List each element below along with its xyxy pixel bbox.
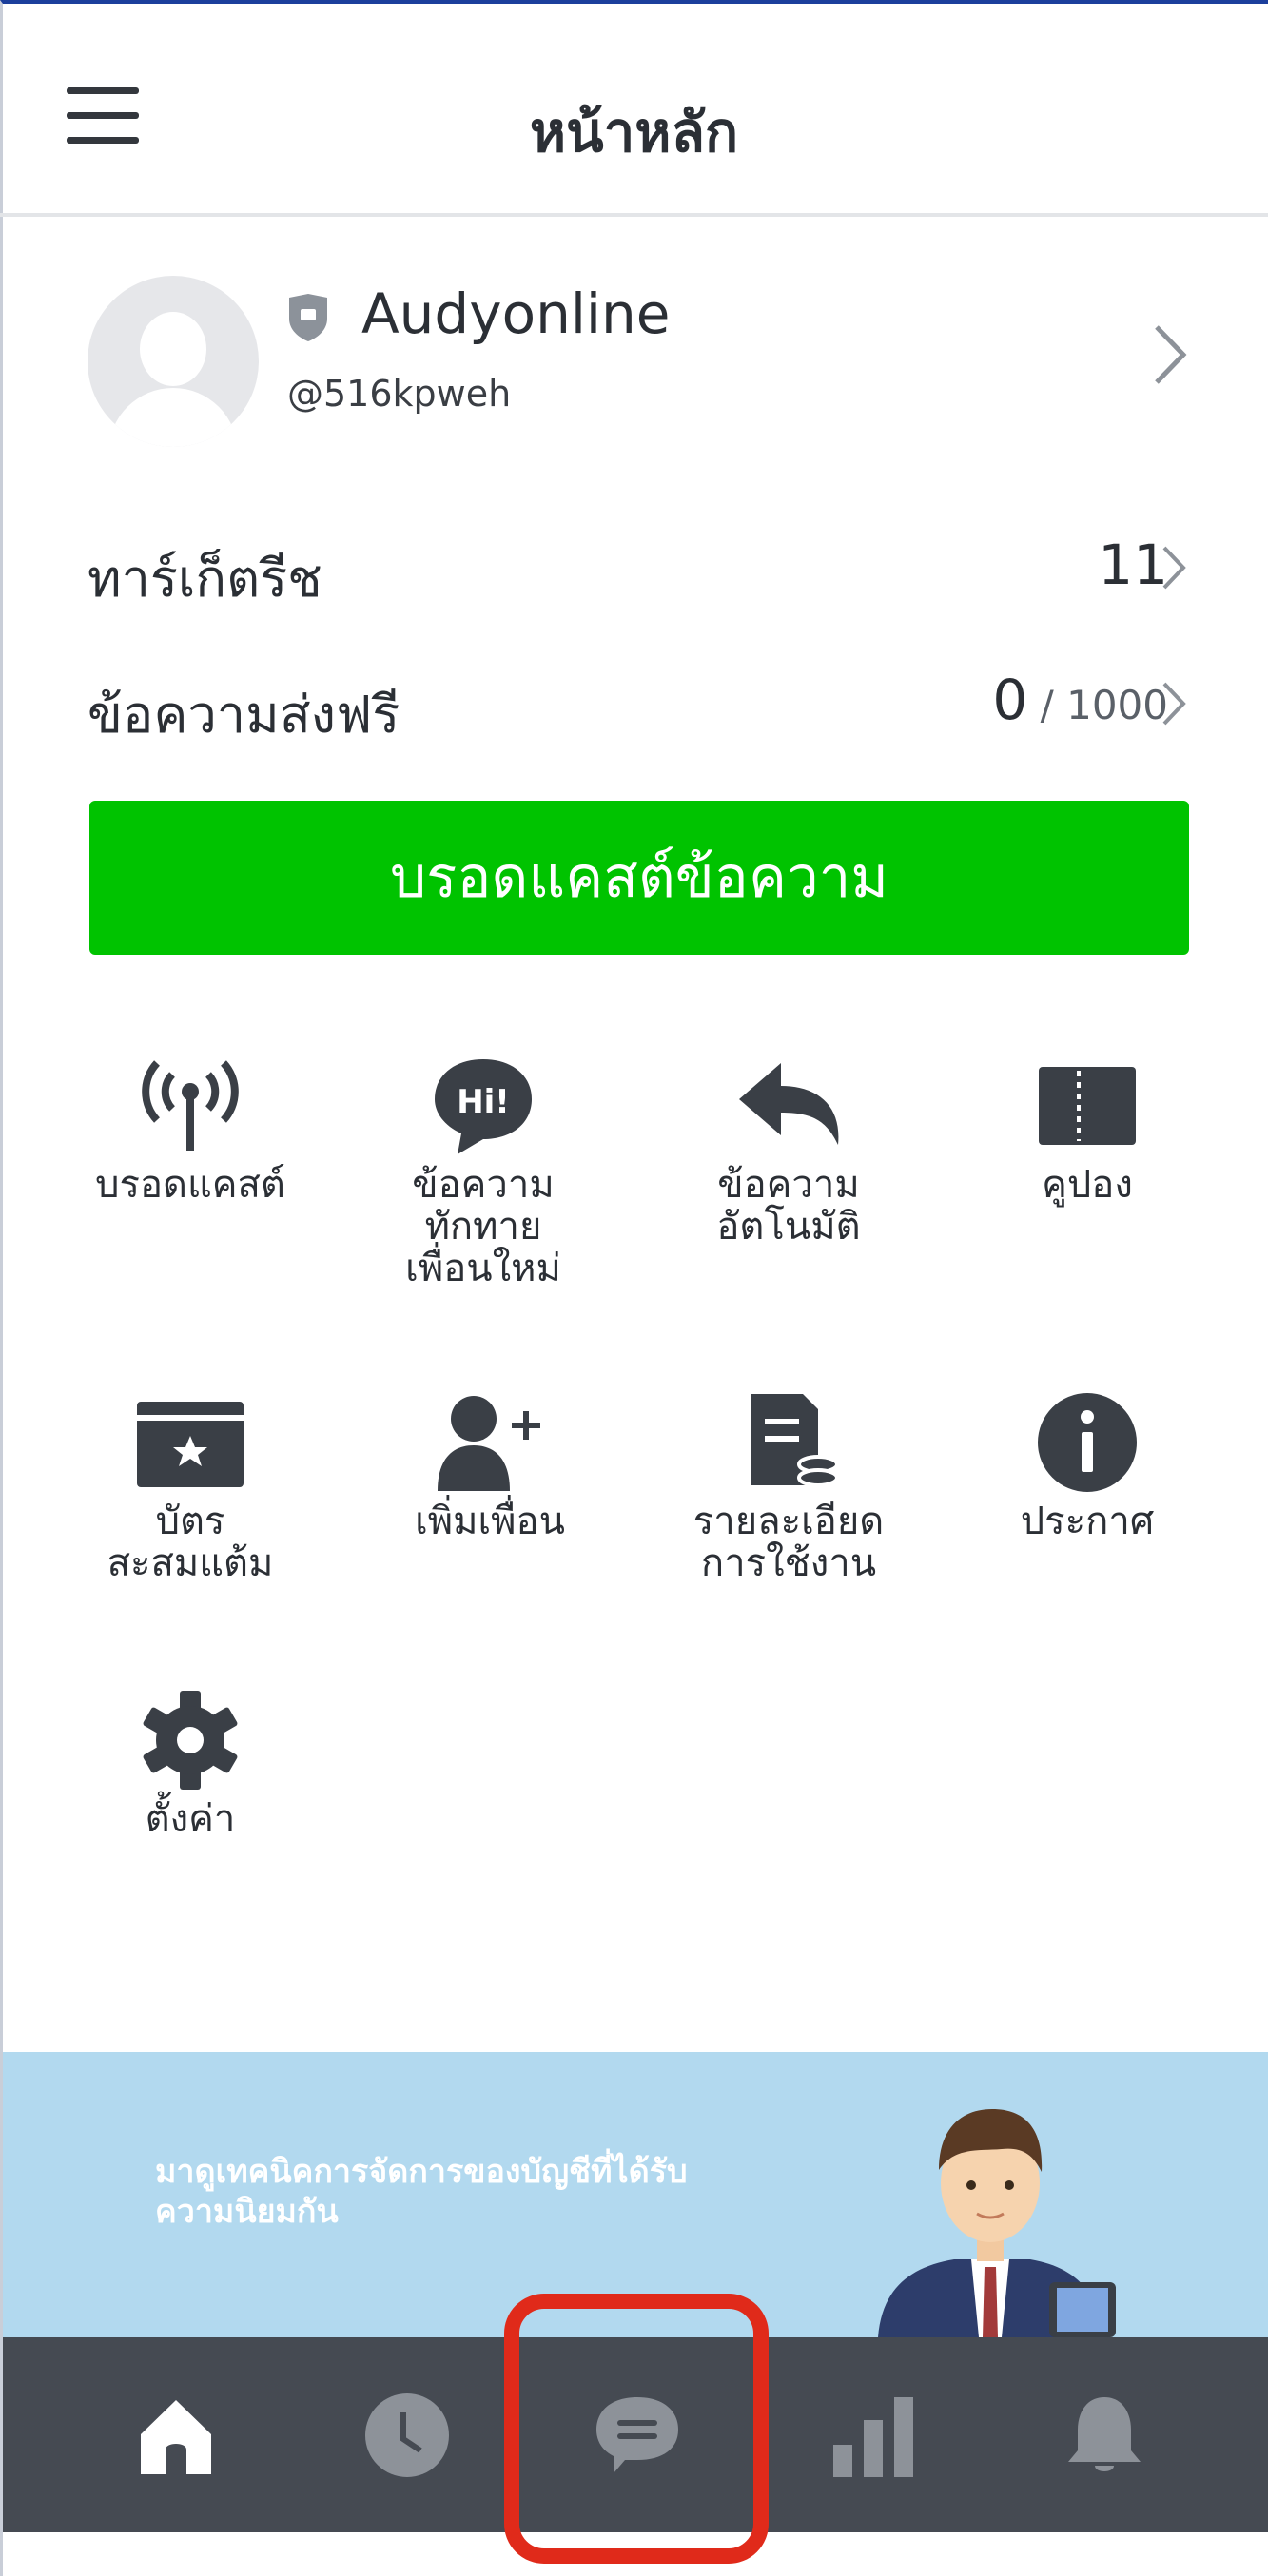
feature-settings[interactable]: ตั้งค่า: [52, 1688, 328, 1840]
chevron-right-icon[interactable]: [1161, 544, 1187, 591]
page-title: หน้าหลัก: [529, 100, 739, 165]
free-messages-label[interactable]: ข้อความส่งฟรี: [88, 673, 400, 755]
broadcast-message-button[interactable]: บรอดแคสต์ข้อความ: [89, 801, 1189, 955]
bar-chart-icon: [833, 2396, 913, 2477]
gear-icon: [143, 1691, 238, 1790]
feature-label: บัตร สะสมแต้ม: [107, 1500, 274, 1585]
nav-notifications[interactable]: [1028, 2337, 1180, 2532]
chevron-right-icon[interactable]: [1161, 680, 1187, 727]
feature-coupon[interactable]: คูปอง: [949, 1054, 1225, 1206]
info-icon: [1038, 1393, 1137, 1492]
feature-greeting[interactable]: Hi! ข้อความ ทักทาย เพื่อนใหม่: [345, 1054, 621, 1289]
feature-label: ประกาศ: [1020, 1500, 1155, 1543]
feature-label: บรอดแคสต์: [95, 1163, 285, 1207]
feature-label: เพิ่มเพื่อน: [415, 1500, 565, 1543]
feature-auto-reply[interactable]: ข้อความ อัตโนมัติ: [651, 1054, 927, 1248]
banner-text: มาดูเทคนิคการจัดการของบัญชีที่ได้รับ ควา…: [155, 2153, 688, 2231]
feature-label: คูปอง: [1042, 1163, 1133, 1207]
antenna-icon: [142, 1060, 239, 1151]
profile-handle: @516kpweh: [287, 373, 512, 415]
add-friend-icon: [438, 1396, 540, 1491]
clock-icon: [365, 2392, 449, 2477]
profile-name[interactable]: Audyonline: [361, 281, 671, 346]
target-reach-value: 11: [1098, 533, 1168, 597]
feature-add-friend[interactable]: เพิ่มเพื่อน: [352, 1390, 628, 1542]
app-header: หน้าหลัก: [0, 0, 1268, 217]
greeting-hi-bubble-icon: Hi!: [435, 1059, 532, 1154]
reply-arrow-icon: [739, 1063, 839, 1145]
usage-report-icon: [751, 1394, 839, 1487]
chevron-right-icon[interactable]: [1151, 321, 1189, 388]
free-messages-value: 0 / 1000: [992, 668, 1168, 732]
home-icon: [141, 2399, 211, 2474]
nav-history[interactable]: [331, 2337, 483, 2532]
feature-announcement[interactable]: ประกาศ: [949, 1390, 1225, 1542]
bell-icon: [1068, 2396, 1141, 2471]
feature-usage-report[interactable]: รายละเอียด การใช้งาน: [651, 1390, 927, 1584]
target-reach-label[interactable]: ทาร์เก็ตรีช: [88, 537, 322, 619]
nav-insights[interactable]: [797, 2337, 949, 2532]
svg-text:Hi!: Hi!: [457, 1083, 510, 1121]
reward-card-icon: [137, 1402, 244, 1487]
businessman-illustration: [878, 2109, 1116, 2337]
feature-label: ข้อความ ทักทาย เพื่อนใหม่: [405, 1163, 561, 1290]
feature-label: ข้อความ อัตโนมัติ: [716, 1163, 861, 1249]
shield-icon: [289, 294, 327, 341]
chat-highlight-box: [504, 2294, 769, 2564]
feature-reward-card[interactable]: บัตร สะสมแต้ม: [52, 1390, 328, 1584]
feature-label: ตั้งค่า: [145, 1797, 236, 1841]
avatar[interactable]: [88, 276, 259, 447]
nav-home[interactable]: [100, 2337, 252, 2532]
feature-broadcast[interactable]: บรอดแคสต์: [52, 1054, 328, 1206]
feature-label: รายละเอียด การใช้งาน: [693, 1500, 885, 1585]
coupon-icon: [1039, 1067, 1136, 1145]
